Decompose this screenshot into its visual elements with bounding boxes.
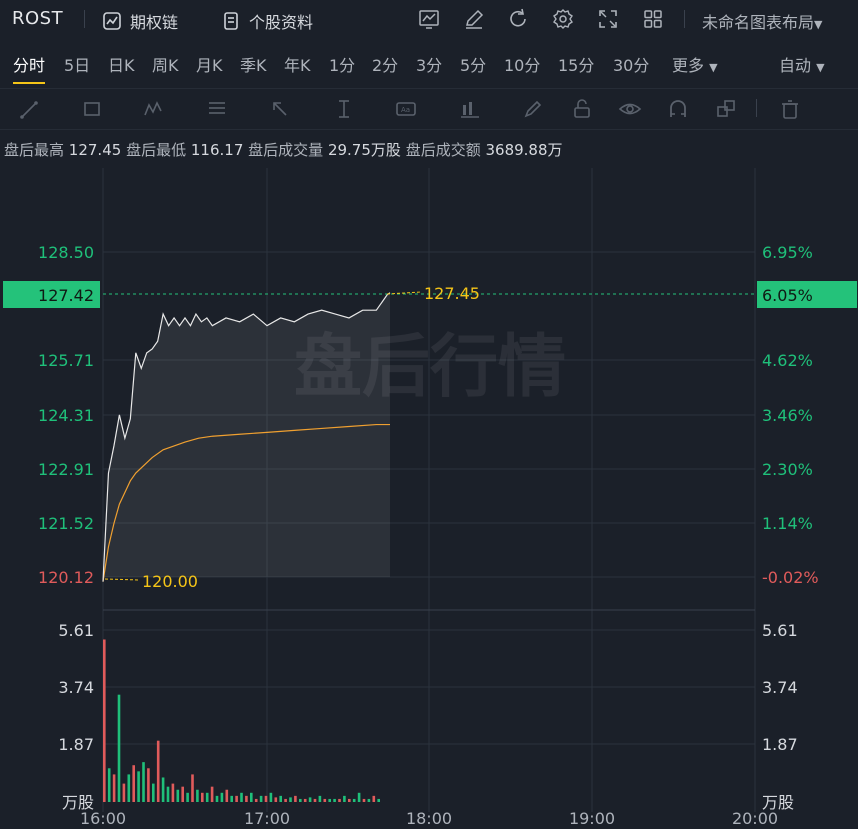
right-tick: 6.95% xyxy=(762,243,813,262)
time-tick: 18:00 xyxy=(406,809,452,828)
volume-bar xyxy=(122,783,126,802)
volume-bar xyxy=(308,797,312,802)
volume-bar xyxy=(299,798,302,802)
volume-bar xyxy=(235,795,238,802)
volume-bar xyxy=(225,789,229,802)
volume-bar xyxy=(103,639,106,802)
left-tick: 125.71 xyxy=(38,351,94,370)
right-tick: -0.02% xyxy=(762,568,819,587)
volume-bar xyxy=(328,798,331,802)
volume-bar xyxy=(279,795,282,802)
volume-bar xyxy=(196,789,199,802)
volume-bar xyxy=(367,798,371,802)
time-axis: 16:00 17:00 18:00 19:00 20:00 xyxy=(80,809,778,828)
right-tick: 2.30% xyxy=(762,460,813,479)
volume-bar xyxy=(289,797,292,802)
volume-bar xyxy=(127,774,131,802)
min-marker-line xyxy=(104,578,141,581)
max-price-label: 127.45 xyxy=(424,284,480,303)
volume-bar xyxy=(171,783,175,802)
volume-bar xyxy=(372,795,376,802)
volume-tick: 1.87 xyxy=(58,735,94,754)
volume-bar xyxy=(357,792,361,802)
left-tick: 128.50 xyxy=(38,243,94,262)
volume-bars xyxy=(103,639,380,802)
volume-bar xyxy=(161,777,165,802)
volume-tick: 3.74 xyxy=(58,678,94,697)
volume-bar xyxy=(250,792,253,802)
volume-bar xyxy=(269,792,273,802)
volume-bar xyxy=(303,798,307,802)
volume-bar xyxy=(147,768,150,802)
volume-bar xyxy=(333,798,336,802)
volume-bar xyxy=(117,694,121,802)
volume-tick: 1.87 xyxy=(762,735,798,754)
volume-bar xyxy=(142,762,145,802)
volume-bar xyxy=(166,786,170,802)
volume-bar xyxy=(215,795,219,802)
volume-bar xyxy=(323,798,327,802)
volume-bar xyxy=(176,789,180,802)
left-tick: 122.91 xyxy=(38,460,94,479)
right-tick: 1.14% xyxy=(762,514,813,533)
price-area-fill xyxy=(103,292,390,582)
min-price-label: 120.00 xyxy=(142,572,198,591)
right-tick: 4.62% xyxy=(762,351,813,370)
volume-bar xyxy=(220,792,224,802)
time-tick: 16:00 xyxy=(80,809,126,828)
volume-bar xyxy=(156,740,160,802)
volume-bar xyxy=(107,768,111,802)
volume-tick: 3.74 xyxy=(762,678,798,697)
volume-bar xyxy=(254,798,258,802)
volume-bar xyxy=(377,798,380,802)
current-price-value: 127.42 xyxy=(38,286,94,305)
volume-bar xyxy=(274,797,278,802)
volume-bar xyxy=(210,786,214,802)
price-area xyxy=(103,292,390,582)
left-tick: 121.52 xyxy=(38,514,94,533)
volume-bar xyxy=(362,798,366,802)
volume-bar xyxy=(240,792,243,802)
volume-bar xyxy=(264,795,268,802)
volume-bar xyxy=(313,798,317,802)
volume-bar xyxy=(132,765,135,802)
volume-bar xyxy=(318,795,322,802)
time-tick: 20:00 xyxy=(732,809,778,828)
volume-bar xyxy=(343,795,346,802)
right-tick: 3.46% xyxy=(762,406,813,425)
volume-axis: 5.61 3.74 1.87 万股 5.61 3.74 1.87 万股 xyxy=(58,621,797,812)
volume-bar xyxy=(352,798,356,802)
volume-bar xyxy=(338,798,341,802)
volume-bar xyxy=(348,798,351,802)
volume-bar xyxy=(112,774,116,802)
volume-bar xyxy=(181,786,184,802)
volume-bar xyxy=(230,795,233,802)
time-tick: 19:00 xyxy=(569,809,615,828)
volume-bar xyxy=(201,792,204,802)
left-tick: 120.12 xyxy=(38,568,94,587)
left-tick: 124.31 xyxy=(38,406,94,425)
time-tick: 17:00 xyxy=(244,809,290,828)
volume-bar xyxy=(191,774,194,802)
volume-tick: 5.61 xyxy=(58,621,94,640)
current-pct-value: 6.05% xyxy=(762,286,813,305)
volume-bar xyxy=(205,792,209,802)
volume-bar xyxy=(152,783,155,802)
volume-bar xyxy=(259,795,263,802)
volume-bar xyxy=(245,795,248,802)
volume-bar xyxy=(284,798,287,802)
volume-tick: 5.61 xyxy=(762,621,798,640)
volume-bar xyxy=(186,792,189,802)
volume-bar xyxy=(294,795,297,802)
price-chart[interactable]: 盘后行情 128.50 125.71 124.31 122.91 121.52 … xyxy=(0,0,858,829)
volume-bar xyxy=(137,771,140,802)
